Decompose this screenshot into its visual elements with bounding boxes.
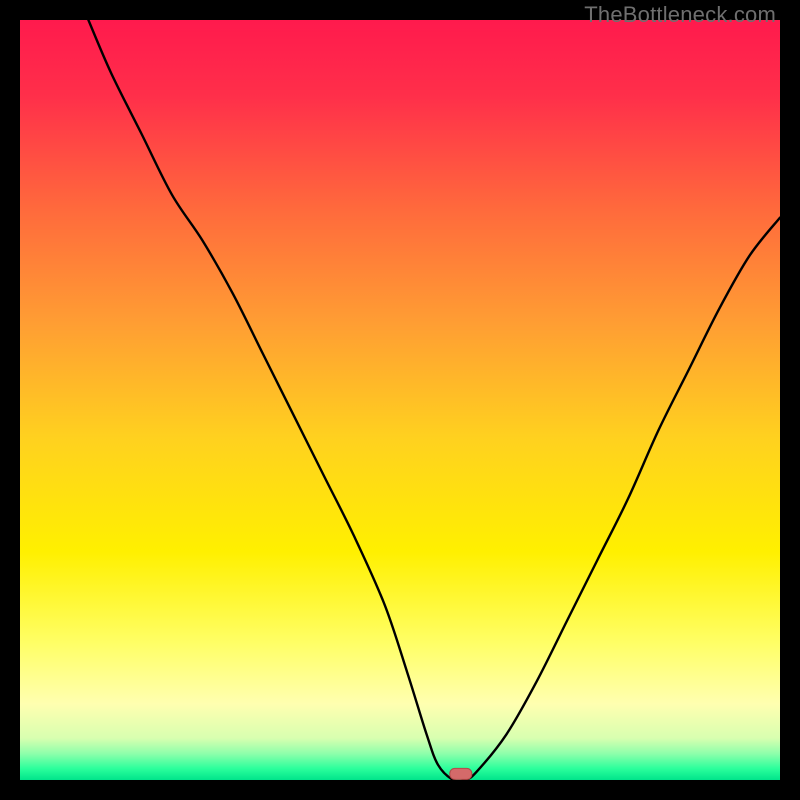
gradient-background (20, 20, 780, 780)
chart-svg (20, 20, 780, 780)
chart-frame (20, 20, 780, 780)
optimal-point-marker (450, 768, 472, 779)
watermark-text: TheBottleneck.com (584, 2, 776, 28)
